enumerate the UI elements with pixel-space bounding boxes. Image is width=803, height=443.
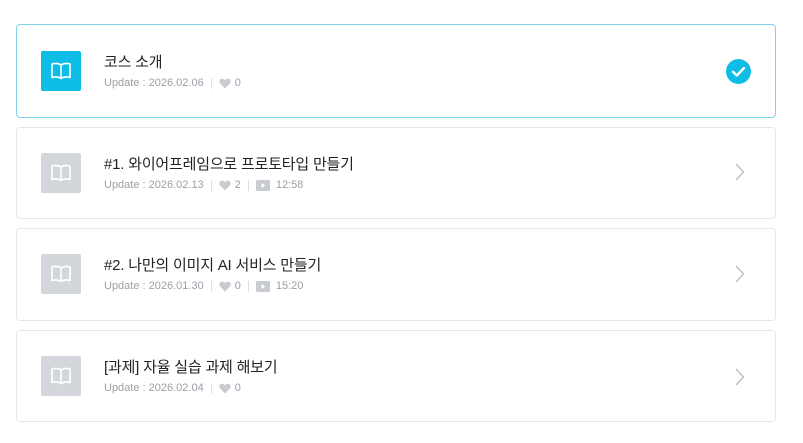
update-date: Update : 2026.02.04 — [104, 382, 204, 394]
video-duration: 12:58 — [275, 179, 304, 191]
video-play-icon — [255, 280, 270, 292]
like-count: 0 — [234, 280, 241, 292]
meta-divider — [210, 280, 212, 292]
lecture-item-self-practice-assignment[interactable]: [과제] 자율 실습 과제 해보기 Update : 2026.02.04 0 — [16, 330, 776, 422]
chevron-right-icon[interactable] — [735, 265, 745, 283]
chevron-right-icon[interactable] — [735, 368, 745, 386]
lecture-item-course-intro[interactable]: 코스 소개 Update : 2026.02.06 0 — [16, 24, 776, 118]
heart-icon — [219, 281, 231, 292]
lecture-title: #1. 와이어프레임으로 프로토타입 만들기 — [104, 156, 354, 173]
meta-divider — [247, 179, 249, 191]
like-count: 0 — [234, 77, 241, 89]
like-count: 0 — [234, 382, 241, 394]
lecture-meta: Update : 2026.02.04 0 — [104, 382, 241, 394]
open-book-icon — [41, 356, 81, 396]
lecture-meta: Update : 2026.02.06 0 — [104, 77, 241, 89]
meta-divider — [210, 179, 212, 191]
video-play-icon — [255, 179, 270, 191]
check-circle-icon — [726, 59, 751, 84]
meta-divider — [210, 77, 212, 89]
update-date: Update : 2026.01.30 — [104, 280, 204, 292]
update-date: Update : 2026.02.13 — [104, 179, 204, 191]
like-count: 2 — [234, 179, 241, 191]
heart-icon — [219, 383, 231, 394]
lecture-item-image-ai-service[interactable]: #2. 나만의 이미지 AI 서비스 만들기 Update : 2026.01.… — [16, 228, 776, 321]
lecture-title: [과제] 자율 실습 과제 해보기 — [104, 359, 278, 376]
update-date: Update : 2026.02.06 — [104, 77, 204, 89]
open-book-icon — [41, 153, 81, 193]
lecture-list: 코스 소개 Update : 2026.02.06 0 #1. 와이어프레임으로… — [16, 24, 776, 422]
chevron-right-icon[interactable] — [735, 163, 745, 181]
video-duration: 15:20 — [275, 280, 304, 292]
lecture-title: #2. 나만의 이미지 AI 서비스 만들기 — [104, 257, 322, 274]
meta-divider — [210, 382, 212, 394]
heart-icon — [219, 78, 231, 89]
heart-icon — [219, 180, 231, 191]
lecture-meta: Update : 2026.02.13 2 12:58 — [104, 179, 303, 191]
open-book-icon — [41, 254, 81, 294]
lecture-item-wireframe-prototype[interactable]: #1. 와이어프레임으로 프로토타입 만들기 Update : 2026.02.… — [16, 127, 776, 219]
open-book-icon — [41, 51, 81, 91]
meta-divider — [247, 280, 249, 292]
lecture-title: 코스 소개 — [104, 54, 163, 71]
lecture-meta: Update : 2026.01.30 0 15:20 — [104, 280, 303, 292]
